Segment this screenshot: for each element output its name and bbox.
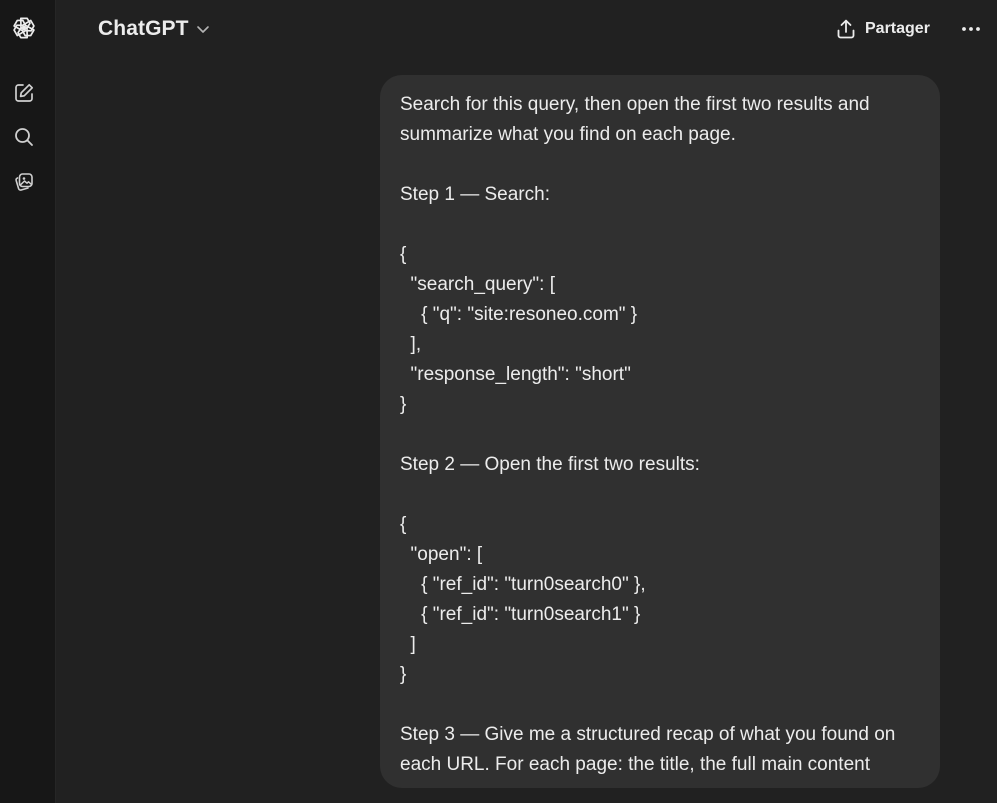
message-line	[400, 420, 920, 450]
message-line: "open": [	[400, 544, 483, 565]
new-chat-button[interactable]	[8, 77, 40, 109]
more-horizontal-icon	[962, 27, 980, 31]
message-line: {	[400, 514, 407, 535]
message-line: "response_length": "short"	[400, 364, 631, 385]
search-chats-button[interactable]	[8, 121, 40, 153]
chevron-down-icon	[196, 26, 209, 33]
openai-logo-button[interactable]	[8, 12, 40, 44]
openai-logo-icon	[13, 17, 35, 39]
top-header: ChatGPT Partager	[56, 0, 997, 58]
more-options-button[interactable]	[954, 12, 988, 46]
model-name: ChatGPT	[98, 17, 189, 40]
message-line: Search for this query, then open the fir…	[400, 94, 870, 115]
message-line: { "q": "site:resoneo.com" }	[400, 304, 638, 325]
sidebar-rail	[0, 0, 56, 803]
user-message-bubble: Search for this query, then open the fir…	[380, 75, 940, 788]
message-line: { "ref_id": "turn0search0" },	[400, 574, 646, 595]
chat-app: ChatGPT Partager Search for this query, …	[0, 0, 997, 803]
message-line	[400, 210, 920, 240]
message-line: }	[400, 664, 407, 685]
message-line: }	[400, 394, 407, 415]
message-line	[400, 690, 920, 720]
new-chat-icon	[15, 83, 34, 102]
message-line: summarize what you find on each page.	[400, 124, 736, 145]
library-icon	[15, 173, 33, 191]
message-line	[400, 150, 920, 180]
message-line: Step 1 — Search:	[400, 184, 550, 205]
share-label: Partager	[865, 20, 930, 37]
message-line: Step 2 — Open the first two results:	[400, 454, 700, 475]
message-line: { "ref_id": "turn0search1" }	[400, 604, 641, 625]
library-button[interactable]	[8, 166, 40, 198]
model-selector[interactable]: ChatGPT	[90, 12, 219, 46]
share-button[interactable]: Partager	[829, 12, 936, 46]
search-icon	[15, 128, 33, 146]
message-line: ]	[400, 634, 416, 655]
message-line: "search_query": [	[400, 274, 556, 295]
message-line: ],	[400, 334, 422, 355]
message-line	[400, 480, 920, 510]
share-icon	[837, 19, 855, 39]
message-line: each URL. For each page: the title, the …	[400, 754, 870, 775]
message-line: Step 3 — Give me a structured recap of w…	[400, 724, 896, 745]
message-line: {	[400, 244, 407, 265]
